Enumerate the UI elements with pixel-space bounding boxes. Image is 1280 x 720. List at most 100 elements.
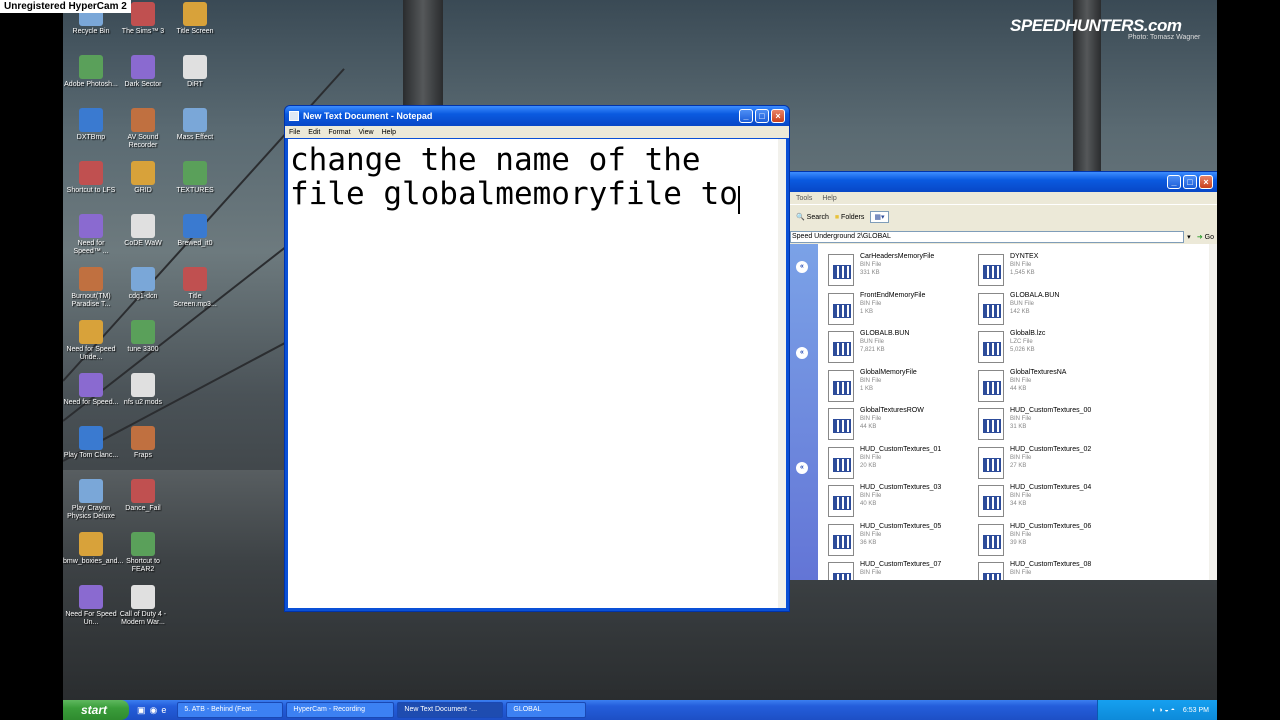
desktop-icon[interactable]: Brewed_it0	[167, 214, 223, 248]
menu-edit[interactable]: Edit	[308, 129, 320, 136]
file-size: 5,026 KB	[1010, 347, 1035, 353]
browser-icon[interactable]: e	[161, 705, 166, 716]
file-item[interactable]: HUD_CustomTextures_00 BIN File 31 KB	[978, 406, 1126, 444]
folders-button[interactable]: ■ Folders	[835, 214, 865, 221]
minimize-button[interactable]: _	[1167, 175, 1181, 189]
bin-file-icon	[978, 562, 1004, 580]
desktop-icon[interactable]: Title Screen.mp3...	[167, 267, 223, 309]
notepad-menubar: File Edit Format View Help	[285, 126, 789, 138]
file-item[interactable]: HUD_CustomTextures_07 BIN File	[828, 560, 976, 580]
desktop-icon[interactable]: Play Crayon Physics Deluxe	[63, 479, 119, 521]
file-item[interactable]: HUD_CustomTextures_04 BIN File 34 KB	[978, 483, 1126, 521]
file-item[interactable]: HUD_CustomTextures_08 BIN File	[978, 560, 1126, 580]
desktop-icon[interactable]: GRID	[115, 161, 171, 195]
desktop-icon[interactable]: DiRT	[167, 55, 223, 89]
desktop-icon[interactable]: Fraps	[115, 426, 171, 460]
desktop-icon[interactable]: Dance_Fail	[115, 479, 171, 513]
close-button[interactable]: ×	[1199, 175, 1213, 189]
file-item[interactable]: CarHeadersMemoryFile BIN File 331 KB	[828, 252, 976, 290]
desktop-icon[interactable]: Need for Speed Unde...	[63, 320, 119, 362]
desktop-icon[interactable]: Title Screen	[167, 2, 223, 36]
menu-file[interactable]: File	[289, 129, 300, 136]
notepad-scrollbar[interactable]	[778, 139, 786, 608]
desktop-icon[interactable]: Burnout(TM) Paradise T...	[63, 267, 119, 309]
notepad-titlebar[interactable]: New Text Document - Notepad _ □ ×	[285, 106, 789, 126]
app-icon	[79, 267, 103, 291]
views-button[interactable]: ▦▾	[870, 211, 889, 223]
dropdown-icon[interactable]: ▾	[1184, 233, 1194, 241]
desktop-icon-label: Mass Effect	[176, 134, 214, 141]
file-type: BUN File	[860, 339, 885, 345]
collapse-icon[interactable]: «	[796, 462, 808, 474]
desktop-icon[interactable]: tune 3300	[115, 320, 171, 354]
text-caret	[737, 185, 740, 214]
menu-format[interactable]: Format	[328, 129, 350, 136]
file-item[interactable]: HUD_CustomTextures_01 BIN File 20 KB	[828, 445, 976, 483]
desktop-icon[interactable]: DXTBmp	[63, 108, 119, 142]
file-item[interactable]: GlobalMemoryFile BIN File 1 KB	[828, 368, 976, 406]
file-item[interactable]: GlobalTexturesNA BIN File 44 KB	[978, 368, 1126, 406]
desktop-icon[interactable]: Adobe Photosh...	[63, 55, 119, 89]
desktop-icon[interactable]: nfs u2 mods	[115, 373, 171, 407]
desktop-icon[interactable]: Mass Effect	[167, 108, 223, 142]
file-item[interactable]: HUD_CustomTextures_05 BIN File 36 KB	[828, 522, 976, 560]
desktop-icon[interactable]: cdg1-dcn	[115, 267, 171, 301]
desktop-icon[interactable]: CoDE WaW	[115, 214, 171, 248]
menu-tools[interactable]: Tools	[796, 195, 812, 202]
menu-help[interactable]: Help	[822, 195, 836, 202]
file-item[interactable]: HUD_CustomTextures_03 BIN File 40 KB	[828, 483, 976, 521]
start-button[interactable]: start	[63, 700, 129, 720]
desktop-icon[interactable]: Need for Speed...	[63, 373, 119, 407]
desktop-icon[interactable]: Dark Sector	[115, 55, 171, 89]
desktop-icon[interactable]: Shortcut to LFS	[63, 161, 119, 195]
collapse-icon[interactable]: «	[796, 347, 808, 359]
file-item[interactable]: GLOBALB.BUN BUN File 7,821 KB	[828, 329, 976, 367]
file-name: GlobalTexturesROW	[860, 407, 924, 414]
close-button[interactable]: ×	[771, 109, 785, 123]
explorer-scrollbar[interactable]	[1209, 244, 1217, 580]
file-item[interactable]: FrontEndMemoryFile BIN File 1 KB	[828, 291, 976, 329]
media-icon[interactable]: ◉	[150, 705, 158, 716]
file-item[interactable]: HUD_CustomTextures_02 BIN File 27 KB	[978, 445, 1126, 483]
file-name: HUD_CustomTextures_05	[860, 522, 942, 530]
app-icon	[131, 585, 155, 609]
desktop-icon[interactable]: TEXTURES	[167, 161, 223, 195]
taskbar-item[interactable]: GLOBAL	[506, 702, 587, 718]
notepad-window[interactable]: New Text Document - Notepad _ □ × File Ed…	[284, 105, 790, 612]
notepad-text[interactable]: change the name of the file globalmemory…	[290, 142, 738, 212]
taskbar-item[interactable]: New Text Document -...	[397, 702, 504, 718]
desktop-icon[interactable]: Shortcut to FEAR2	[115, 532, 171, 574]
notepad-editor[interactable]: change the name of the file globalmemory…	[288, 139, 786, 608]
desktop-icon[interactable]: Call of Duty 4 - Modern War...	[115, 585, 171, 627]
taskbar-item[interactable]: HyperCam - Recording	[286, 702, 395, 718]
explorer-titlebar[interactable]: _ □ ×	[790, 172, 1217, 192]
file-item[interactable]: GLOBALA.BUN BUN File 142 KB	[978, 291, 1126, 329]
taskbar-item[interactable]: 5. ATB - Behind (Feat...	[177, 702, 284, 718]
maximize-button[interactable]: □	[1183, 175, 1197, 189]
minimize-button[interactable]: _	[739, 109, 753, 123]
file-item[interactable]: GlobalB.lzc LZC File 5,026 KB	[978, 329, 1126, 367]
file-item[interactable]: DYNTEX BIN File 1,545 KB	[978, 252, 1126, 290]
collapse-icon[interactable]: «	[796, 261, 808, 273]
search-button[interactable]: 🔍 Search	[796, 213, 829, 221]
menu-view[interactable]: View	[359, 129, 374, 136]
go-button[interactable]: ➜ Go	[1194, 233, 1217, 241]
desktop-icon[interactable]: Need For Speed Un...	[63, 585, 119, 627]
maximize-button[interactable]: □	[755, 109, 769, 123]
address-field[interactable]: Speed Underground 2\GLOBAL	[790, 230, 1184, 243]
tray-icons[interactable]: ◐ ◑ ◒ ◓	[1152, 707, 1175, 714]
explorer-window[interactable]: _ □ × Tools Help 🔍 Search ■ Folders ▦▾ Sp…	[790, 171, 1217, 580]
file-item[interactable]: HUD_CustomTextures_06 BIN File 39 KB	[978, 522, 1126, 560]
desktop-icon-label: DXTBmp	[76, 134, 106, 141]
file-item[interactable]: GlobalTexturesROW BIN File 44 KB	[828, 406, 976, 444]
desktop-icon-label: TEXTURES	[176, 187, 214, 194]
desktop-icon-label: Title Screen.mp3...	[173, 293, 217, 308]
desktop-icon[interactable]: AV Sound Recorder	[115, 108, 171, 150]
file-size: 40 KB	[860, 501, 877, 507]
desktop-icon[interactable]: Need for Speed™ ...	[63, 214, 119, 256]
menu-help[interactable]: Help	[382, 129, 396, 136]
show-desktop-icon[interactable]: ▣	[137, 705, 146, 716]
desktop-icon[interactable]: bmw_boxies_and...	[63, 532, 123, 566]
desktop-icon[interactable]: Play Tom Clanc...	[63, 426, 119, 460]
app-icon	[131, 55, 155, 79]
